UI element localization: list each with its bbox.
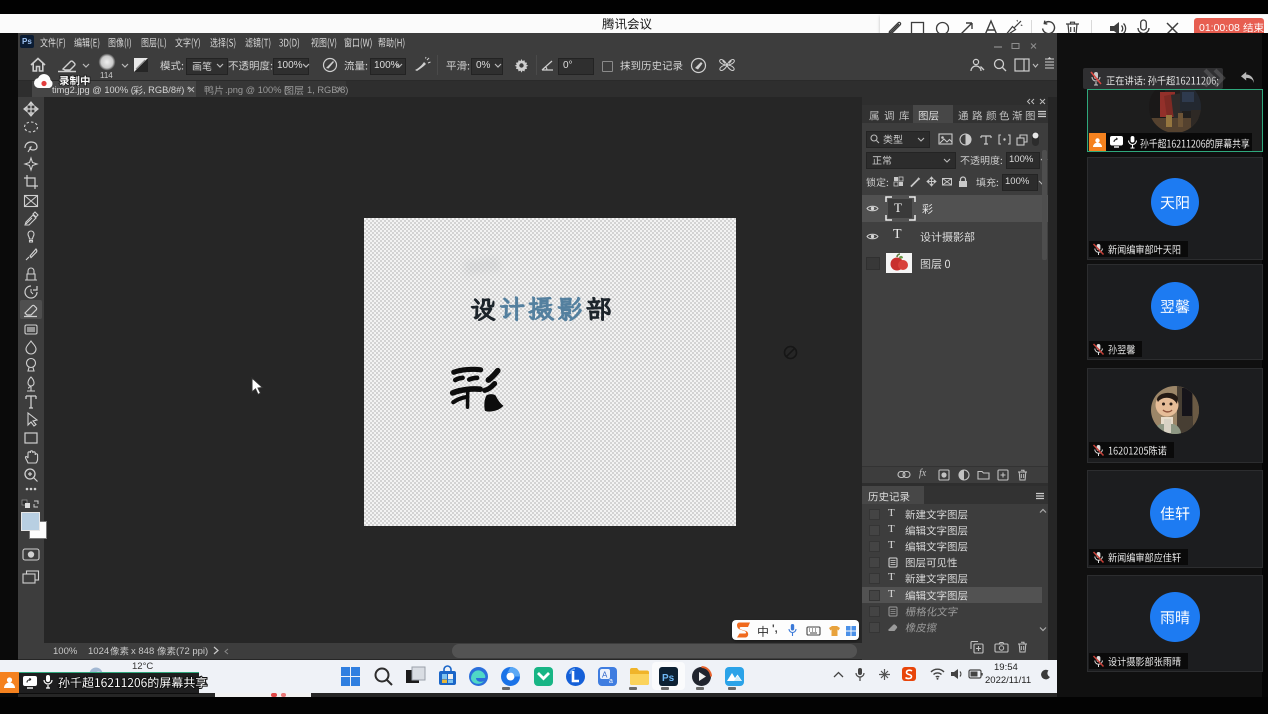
- svg-text:A: A: [602, 671, 608, 680]
- svg-text:Ps: Ps: [662, 673, 675, 684]
- svg-text:a: a: [609, 678, 613, 685]
